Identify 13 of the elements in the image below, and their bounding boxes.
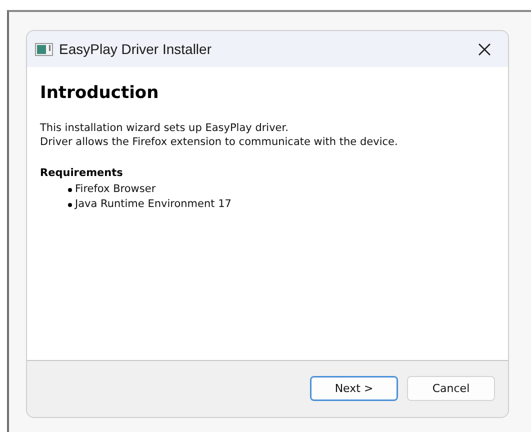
page-heading: Introduction xyxy=(40,83,160,103)
requirement-item: Firefox Browser xyxy=(75,182,156,197)
requirements-heading: Requirements xyxy=(40,167,124,179)
window-title: EasyPlay Driver Installer xyxy=(59,41,212,57)
intro-text: This installation wizard sets up EasyPlay driver. xyxy=(40,121,290,135)
bullet-icon xyxy=(68,202,72,206)
cancel-button[interactable]: Cancel xyxy=(407,376,495,400)
bullet-icon xyxy=(68,188,72,192)
next-button[interactable]: Next > xyxy=(310,376,398,400)
app-icon xyxy=(35,42,53,56)
close-icon xyxy=(478,42,490,56)
intro-text: Driver allows the Firefox extension to communicate with the device. xyxy=(40,135,399,149)
requirement-item: Java Runtime Environment 17 xyxy=(75,197,232,212)
